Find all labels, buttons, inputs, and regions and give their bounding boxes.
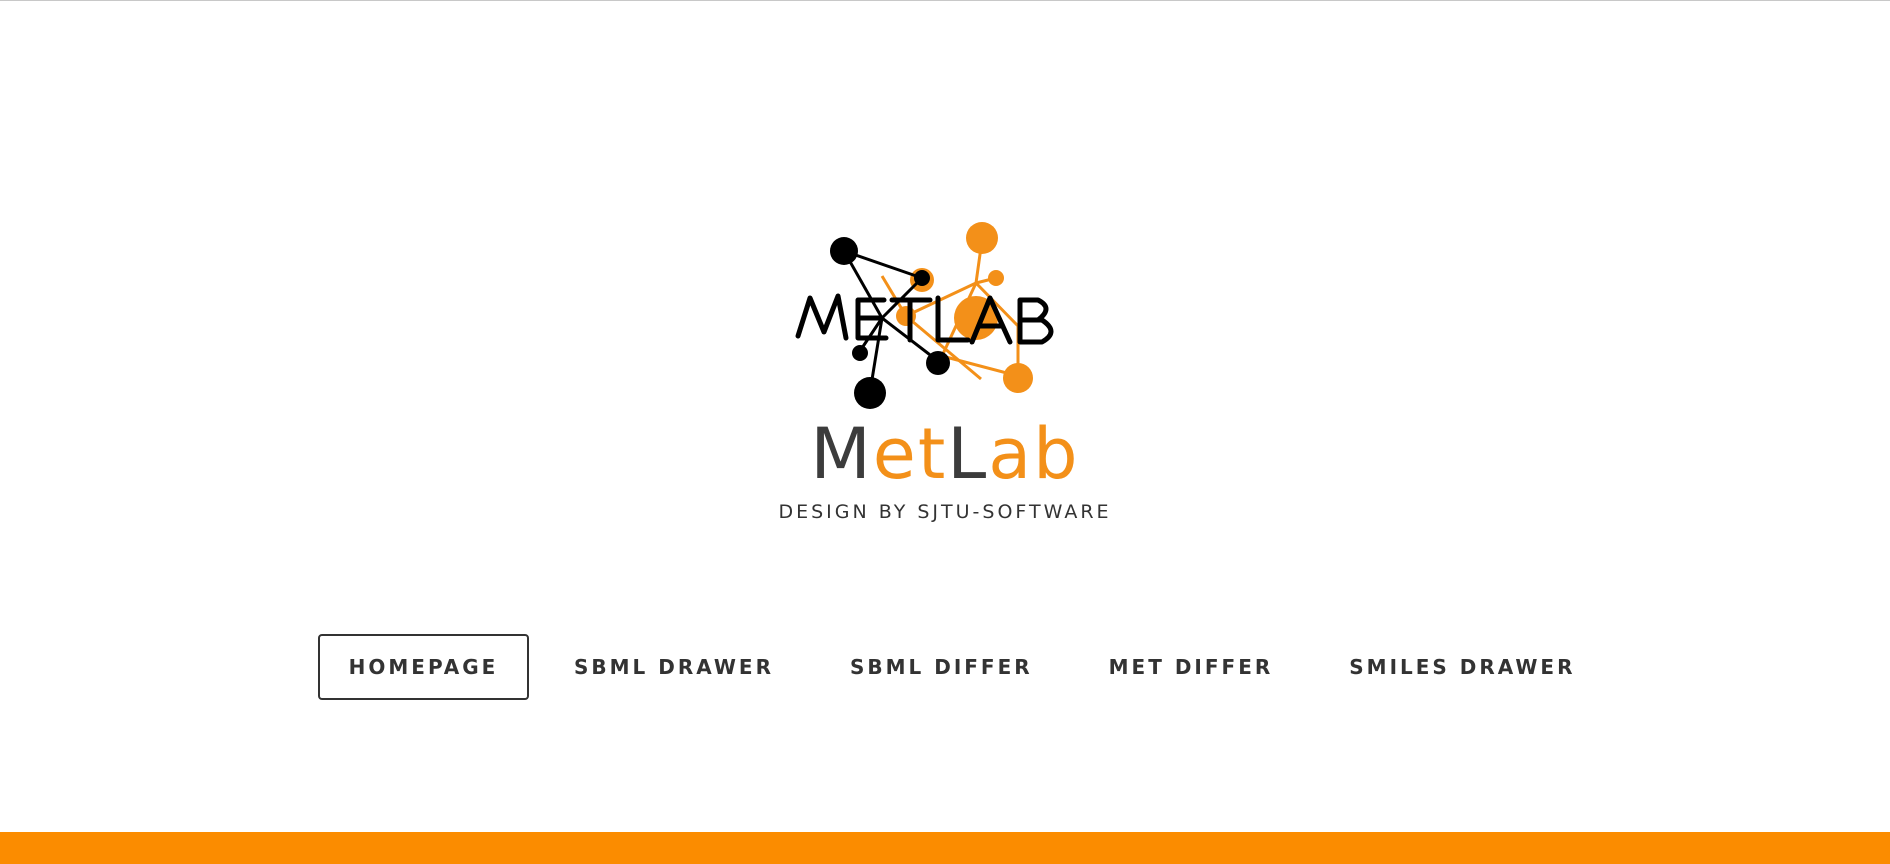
nav-sbml-differ[interactable]: SBML DIFFER [850, 634, 1033, 700]
tagline: DESIGN BY SJTU-SOFTWARE [778, 501, 1112, 523]
molecule-network-logo-icon [795, 222, 1054, 409]
brand-title-part: ab [988, 413, 1080, 495]
nav-smiles-drawer[interactable]: SMILES DRAWER [1349, 634, 1575, 700]
brand-title-part: L [947, 413, 989, 495]
main-nav: HOMEPAGE SBML DRAWER SBML DIFFER MET DIF… [318, 634, 1576, 700]
footer-bar [0, 832, 1890, 864]
nav-sbml-drawer[interactable]: SBML DRAWER [574, 634, 774, 700]
metlab-logo [788, 216, 1100, 416]
brand-title-part: et [872, 413, 948, 495]
nav-homepage[interactable]: HOMEPAGE [318, 634, 529, 700]
nav-met-differ[interactable]: MET DIFFER [1109, 634, 1274, 700]
brand-title: MetLab [0, 413, 1890, 495]
brand-title-part: M [810, 413, 873, 495]
